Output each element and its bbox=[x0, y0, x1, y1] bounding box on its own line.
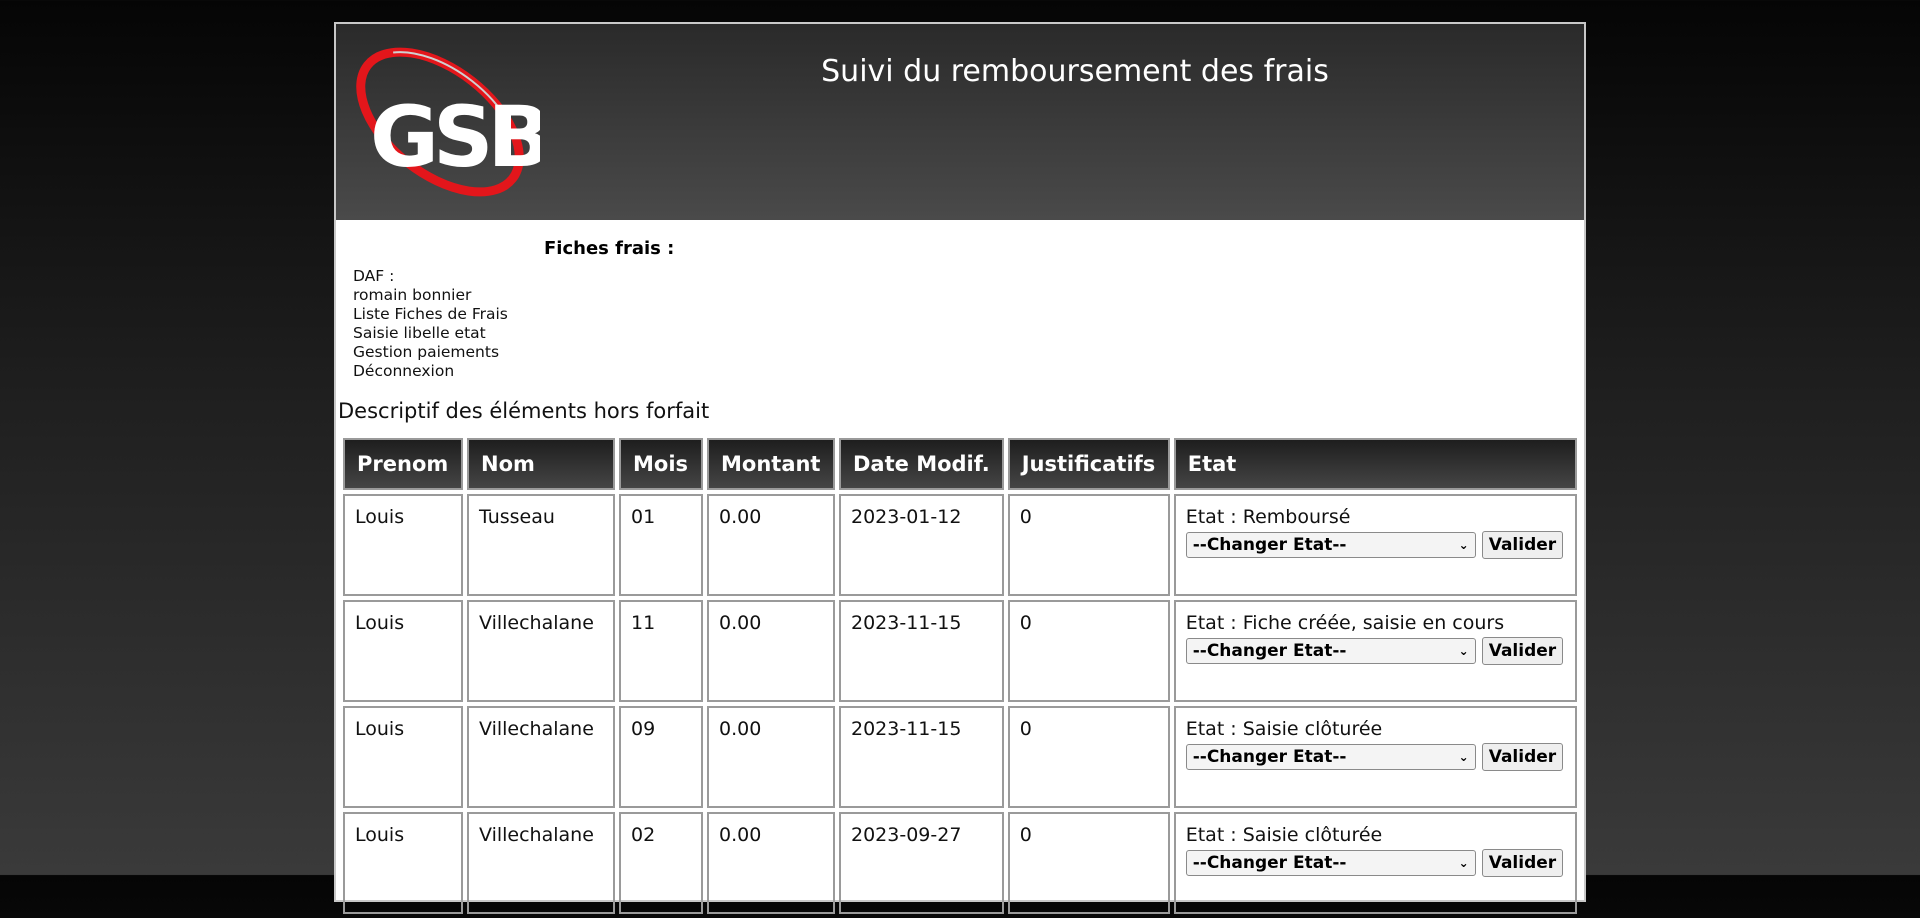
cell-justificatifs: 0 bbox=[1007, 706, 1170, 808]
cell-nom: Villechalane bbox=[467, 600, 615, 702]
etat-select-value: --Changer Etat-- bbox=[1192, 747, 1347, 767]
chevron-down-icon: ⌄ bbox=[1458, 750, 1469, 764]
sidebar-role: DAF : bbox=[353, 267, 395, 285]
page-container: GSB Suivi du remboursement des frais Fic… bbox=[334, 22, 1586, 914]
cell-mois: 02 bbox=[619, 812, 703, 914]
nav-gestion-paiements[interactable]: Gestion paiements bbox=[353, 343, 508, 362]
nav-liste-fiches[interactable]: Liste Fiches de Frais bbox=[353, 305, 508, 324]
cell-nom: Villechalane bbox=[467, 706, 615, 808]
cell-prenom: Louis bbox=[343, 494, 463, 596]
etat-select-value: --Changer Etat-- bbox=[1192, 535, 1347, 555]
sidebar: DAF : romain bonnier Liste Fiches de Fra… bbox=[353, 267, 508, 381]
cell-etat: Etat : Remboursé --Changer Etat-- ⌄ Valid… bbox=[1173, 494, 1578, 596]
etat-text: Etat : Remboursé bbox=[1185, 506, 1351, 528]
svg-text:GSB: GSB bbox=[370, 88, 540, 186]
column-header-date: Date Modif. bbox=[839, 438, 1004, 490]
cell-mois: 09 bbox=[619, 706, 703, 808]
valider-button[interactable]: Valider bbox=[1481, 743, 1564, 771]
cell-date: 2023-11-15 bbox=[839, 600, 1004, 702]
table-header-row: Prenom Nom Mois Montant Date Modif. Just… bbox=[343, 438, 1578, 490]
nav-saisie-libelle[interactable]: Saisie libelle etat bbox=[353, 324, 508, 343]
cell-prenom: Louis bbox=[343, 812, 463, 914]
cell-prenom: Louis bbox=[343, 600, 463, 702]
cell-prenom: Louis bbox=[343, 706, 463, 808]
chevron-down-icon: ⌄ bbox=[1458, 644, 1469, 658]
etat-text: Etat : Saisie clôturée bbox=[1185, 824, 1383, 846]
etat-controls: --Changer Etat-- ⌄ Valider bbox=[1185, 531, 1564, 559]
cell-montant: 0.00 bbox=[707, 706, 835, 808]
nav-deconnexion[interactable]: Déconnexion bbox=[353, 362, 508, 381]
etat-select[interactable]: --Changer Etat-- ⌄ bbox=[1185, 532, 1476, 558]
chevron-down-icon: ⌄ bbox=[1458, 856, 1469, 870]
cell-etat: Etat : Saisie clôturée --Changer Etat-- ⌄… bbox=[1173, 812, 1578, 914]
etat-text: Etat : Saisie clôturée bbox=[1185, 718, 1383, 740]
cell-justificatifs: 0 bbox=[1007, 600, 1170, 702]
cell-montant: 0.00 bbox=[707, 494, 835, 596]
table-row: Louis Villechalane 11 0.00 2023-11-15 0 … bbox=[343, 600, 1578, 702]
etat-select[interactable]: --Changer Etat-- ⌄ bbox=[1185, 850, 1476, 876]
valider-button[interactable]: Valider bbox=[1481, 637, 1564, 665]
cell-nom: Tusseau bbox=[467, 494, 615, 596]
chevron-down-icon: ⌄ bbox=[1458, 538, 1469, 552]
etat-select[interactable]: --Changer Etat-- ⌄ bbox=[1185, 638, 1476, 664]
cell-date: 2023-01-12 bbox=[839, 494, 1004, 596]
section-title: Fiches frais : bbox=[544, 238, 675, 259]
column-header-nom: Nom bbox=[467, 438, 615, 490]
fiches-table: Prenom Nom Mois Montant Date Modif. Just… bbox=[339, 434, 1581, 918]
table-row: Louis Villechalane 02 0.00 2023-09-27 0 … bbox=[343, 812, 1578, 914]
column-header-justificatifs: Justificatifs bbox=[1007, 438, 1170, 490]
cell-justificatifs: 0 bbox=[1007, 812, 1170, 914]
etat-controls: --Changer Etat-- ⌄ Valider bbox=[1185, 849, 1564, 877]
description-heading: Descriptif des éléments hors forfait bbox=[338, 399, 710, 423]
cell-justificatifs: 0 bbox=[1007, 494, 1170, 596]
valider-button[interactable]: Valider bbox=[1481, 849, 1564, 877]
cell-mois: 01 bbox=[619, 494, 703, 596]
cell-montant: 0.00 bbox=[707, 812, 835, 914]
page-title: Suivi du remboursement des frais bbox=[821, 54, 1329, 89]
column-header-montant: Montant bbox=[707, 438, 835, 490]
cell-montant: 0.00 bbox=[707, 600, 835, 702]
etat-controls: --Changer Etat-- ⌄ Valider bbox=[1185, 637, 1564, 665]
column-header-etat: Etat bbox=[1173, 438, 1578, 490]
cell-etat: Etat : Saisie clôturée --Changer Etat-- ⌄… bbox=[1173, 706, 1578, 808]
cell-nom: Villechalane bbox=[467, 812, 615, 914]
etat-select-value: --Changer Etat-- bbox=[1192, 853, 1347, 873]
cell-etat: Etat : Fiche créée, saisie en cours --Ch… bbox=[1173, 600, 1578, 702]
cell-mois: 11 bbox=[619, 600, 703, 702]
table-row: Louis Villechalane 09 0.00 2023-11-15 0 … bbox=[343, 706, 1578, 808]
etat-select[interactable]: --Changer Etat-- ⌄ bbox=[1185, 744, 1476, 770]
etat-select-value: --Changer Etat-- bbox=[1192, 641, 1347, 661]
etat-text: Etat : Fiche créée, saisie en cours bbox=[1185, 612, 1505, 634]
column-header-mois: Mois bbox=[619, 438, 703, 490]
table-row: Louis Tusseau 01 0.00 2023-01-12 0 Etat … bbox=[343, 494, 1578, 596]
column-header-prenom: Prenom bbox=[343, 438, 463, 490]
cell-date: 2023-11-15 bbox=[839, 706, 1004, 808]
valider-button[interactable]: Valider bbox=[1481, 531, 1564, 559]
etat-controls: --Changer Etat-- ⌄ Valider bbox=[1185, 743, 1564, 771]
cell-date: 2023-09-27 bbox=[839, 812, 1004, 914]
header: GSB Suivi du remboursement des frais bbox=[336, 24, 1584, 220]
sidebar-user: romain bonnier bbox=[353, 286, 472, 304]
